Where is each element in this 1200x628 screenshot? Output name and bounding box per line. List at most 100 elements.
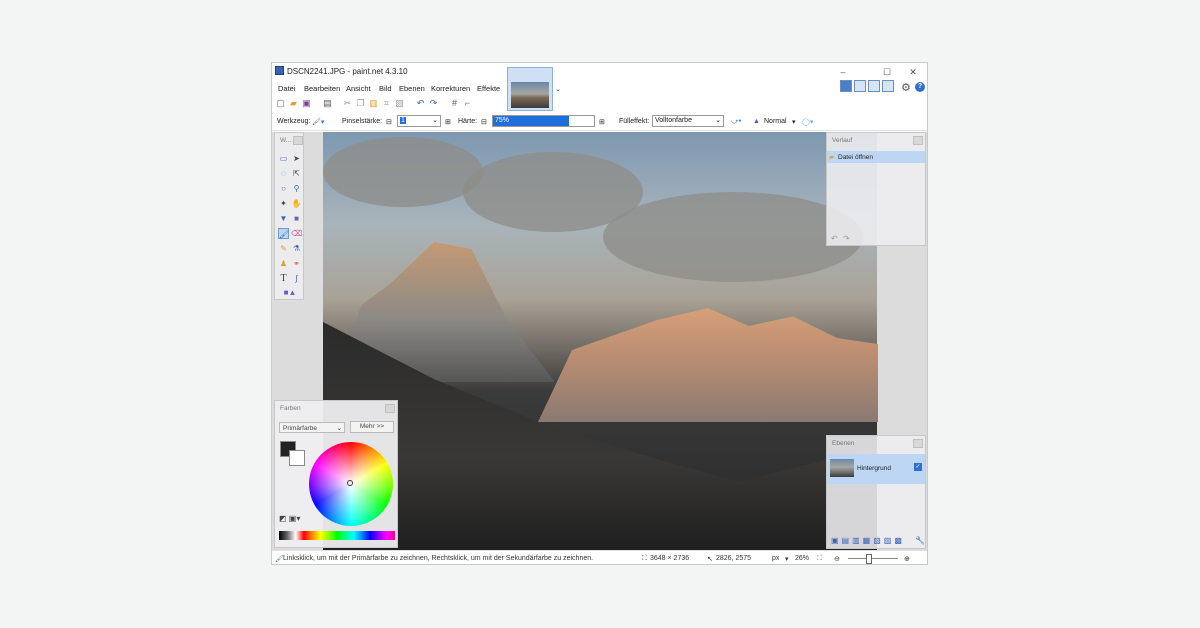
pan-tool-icon[interactable]: ✋ — [291, 198, 302, 209]
menu-ebenen[interactable]: Ebenen — [399, 84, 425, 93]
undo-icon[interactable]: ↶ — [416, 99, 425, 108]
close-button[interactable]: ✕ — [902, 65, 924, 79]
layer-visibility-checkbox[interactable]: ✓ — [914, 463, 922, 471]
maximize-button[interactable]: ☐ — [876, 65, 898, 79]
fill-label: Fülleffekt: — [619, 118, 650, 125]
gradient-tool-icon[interactable]: ■ — [291, 213, 302, 224]
tab-dropdown-icon[interactable]: ⌄ — [555, 85, 561, 93]
color-palette-strip[interactable] — [279, 531, 395, 540]
more-colors-button[interactable]: Mehr >> — [350, 421, 394, 433]
paste-icon[interactable]: ▥ — [369, 99, 378, 108]
move-tool-icon[interactable]: ➤ — [291, 153, 302, 164]
print-icon[interactable]: ▤ — [323, 99, 332, 108]
colors-panel-close[interactable] — [385, 404, 395, 413]
cut-icon[interactable]: ✂ — [343, 99, 352, 108]
layer-actions-icons[interactable]: ▣▤▥▦▧▨▩ — [831, 536, 905, 545]
history-toggle-icon[interactable] — [854, 80, 866, 92]
history-redo-icon[interactable]: ↷ — [843, 234, 850, 243]
color-wheel[interactable] — [309, 442, 393, 526]
window-title: DSCN2241.JPG - paint.net 4.3.10 — [287, 67, 408, 76]
line-tool-icon[interactable]: ∫ — [291, 273, 302, 284]
brush-width-value: 1 — [400, 117, 406, 124]
colors-toggle-icon[interactable] — [882, 80, 894, 92]
brush-tool-icon[interactable]: 🖌▾ — [312, 118, 324, 126]
hardness-slider[interactable]: 75% — [492, 115, 595, 127]
gear-icon[interactable]: ⚙ — [901, 81, 911, 94]
crop-icon[interactable]: ⌗ — [382, 99, 391, 108]
tools-toggle-icon[interactable] — [840, 80, 852, 92]
color-wheel-cursor[interactable] — [347, 480, 353, 486]
copy-icon[interactable]: ❐ — [356, 99, 365, 108]
fill-select[interactable]: Volltonfarbe ⌄ — [652, 115, 724, 127]
cursor-position: 2826, 2575 — [716, 555, 752, 562]
menu-datei[interactable]: Datei — [278, 84, 296, 93]
open-file-icon[interactable]: ▰ — [289, 99, 298, 108]
new-file-icon[interactable]: ▢ — [276, 99, 285, 108]
hardness-minus-icon[interactable]: ⊟ — [481, 118, 487, 126]
history-panel-close[interactable] — [913, 136, 923, 145]
hardness-plus-icon[interactable]: ⊞ — [599, 118, 605, 126]
redo-icon[interactable]: ↷ — [429, 99, 438, 108]
zoom-value[interactable]: 26% — [795, 555, 809, 562]
menu-effekte[interactable]: Effekte — [477, 84, 500, 93]
brush-plus-icon[interactable]: ⊞ — [445, 118, 451, 126]
palette-swap-icon[interactable]: ◩ ▣▾ — [279, 514, 300, 523]
eraser-tool-icon[interactable]: ⌫ — [291, 228, 302, 239]
pencil-tool-icon[interactable]: ✎ — [278, 243, 289, 254]
open-file-icon: ▰ — [829, 154, 834, 161]
menu-korrekturen[interactable]: Korrekturen — [431, 84, 470, 93]
help-icon[interactable]: ? — [915, 82, 925, 92]
unit-select[interactable]: px — [772, 555, 779, 562]
zoom-tool-icon[interactable]: ⚲ — [291, 183, 302, 194]
zoom-out-icon[interactable]: ⊖ — [834, 555, 840, 563]
history-item[interactable]: ▰ Datei öffnen — [827, 151, 925, 163]
layer-properties-icon[interactable]: 🔧 — [915, 536, 925, 545]
ellipse-select-tool-icon[interactable]: ○ — [278, 183, 289, 194]
minimize-button[interactable]: – — [832, 65, 854, 79]
layers-toggle-icon[interactable] — [868, 80, 880, 92]
antialias-icon[interactable]: ⤻▾ — [731, 118, 741, 126]
layers-panel: Ebenen Hintergrund ✓ ▣▤▥▦▧▨▩ 🔧 — [826, 435, 926, 549]
text-tool-icon[interactable]: T — [278, 273, 289, 284]
cursor-icon: ↖ — [707, 556, 713, 563]
layer-row[interactable]: Hintergrund ✓ — [827, 454, 925, 484]
blend-dropdown-icon[interactable]: ▾ — [792, 118, 796, 126]
brush-width-input[interactable]: 1 ⌄ — [397, 115, 441, 127]
unit-dropdown-icon[interactable]: ▾ — [785, 555, 789, 563]
layer-name: Hintergrund — [857, 465, 891, 472]
clone-stamp-tool-icon[interactable]: ♟ — [278, 258, 289, 269]
lasso-tool-icon[interactable]: ◌ — [278, 168, 289, 179]
hardness-label: Härte: — [458, 118, 478, 125]
image-size: 3648 × 2736 — [650, 555, 690, 562]
menu-ansicht[interactable]: Ansicht — [346, 84, 371, 93]
history-undo-icon[interactable]: ↶ — [831, 234, 838, 243]
brush-dropdown-icon: ⌄ — [432, 117, 438, 124]
secondary-color-swatch[interactable] — [289, 450, 305, 466]
zoom-slider-thumb[interactable] — [866, 554, 872, 564]
alpha-icon[interactable]: ◯▾ — [802, 118, 813, 126]
color-picker-tool-icon[interactable]: ⚗ — [291, 243, 302, 254]
tools-panel-close[interactable] — [293, 136, 303, 145]
shapes-tool-icon[interactable]: ■▲ — [280, 287, 300, 298]
zoom-slider[interactable] — [848, 554, 898, 564]
menu-bearbeiten[interactable]: Bearbeiten — [304, 84, 340, 93]
brush-minus-icon[interactable]: ⊟ — [386, 118, 392, 126]
canvas-area[interactable]: W... ▭ ➤ ◌ ⇱ ○ ⚲ ✦ ✋ ▼ ■ 🖌 ⌫ ✎ ⚗ ♟ ⚭ T ∫… — [272, 132, 927, 550]
grid-icon[interactable]: # — [450, 99, 459, 108]
recolor-tool-icon[interactable]: ⚭ — [291, 258, 302, 269]
paintbrush-tool-icon[interactable]: 🖌 — [278, 228, 289, 239]
color-mode-select[interactable]: Primärfarbe ⌄ — [279, 422, 345, 433]
deselect-icon[interactable]: ▧ — [395, 99, 404, 108]
ruler-icon[interactable]: ⌐ — [463, 99, 472, 108]
move-selection-tool-icon[interactable]: ⇱ — [291, 168, 302, 179]
layers-panel-close[interactable] — [913, 439, 923, 448]
magic-wand-tool-icon[interactable]: ✦ — [278, 198, 289, 209]
blend-mode-value[interactable]: Normal — [764, 118, 787, 125]
image-canvas[interactable] — [323, 132, 878, 550]
bucket-tool-icon[interactable]: ▼ — [278, 213, 289, 224]
fit-window-icon[interactable]: ⛶ — [817, 555, 822, 563]
rect-select-tool-icon[interactable]: ▭ — [278, 153, 289, 164]
save-icon[interactable]: ▣ — [302, 99, 311, 108]
menu-bild[interactable]: Bild — [379, 84, 392, 93]
zoom-in-icon[interactable]: ⊕ — [904, 555, 910, 563]
